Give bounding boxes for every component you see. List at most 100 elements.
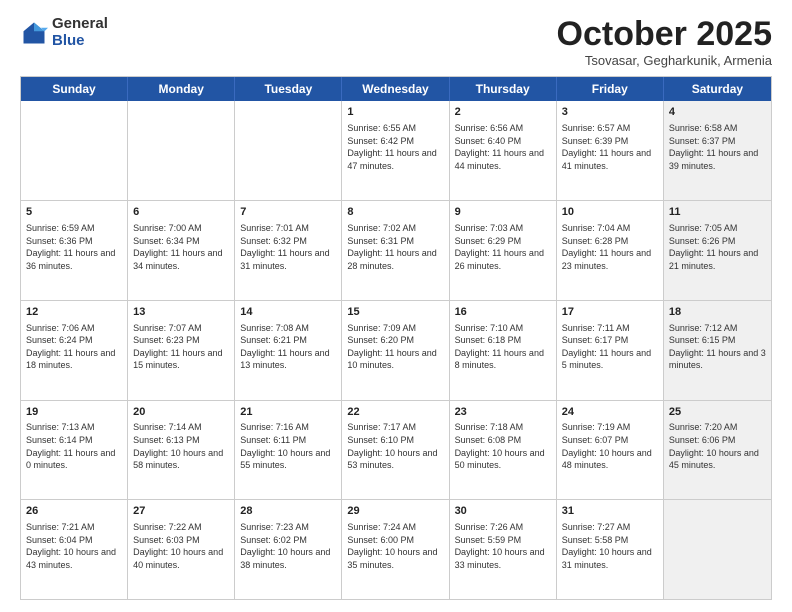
cell-info: Sunrise: 7:11 AM Sunset: 6:17 PM Dayligh… <box>562 322 658 372</box>
month-title: October 2025 <box>557 16 772 53</box>
calendar-cell: 21Sunrise: 7:16 AM Sunset: 6:11 PM Dayli… <box>235 401 342 500</box>
cell-info: Sunrise: 7:07 AM Sunset: 6:23 PM Dayligh… <box>133 322 229 372</box>
calendar-row-5: 26 Sunrise: 7:21 AM Sunset: 6:04 PM Dayli… <box>21 499 771 599</box>
calendar-header: SundayMondayTuesdayWednesdayThursdayFrid… <box>21 77 771 101</box>
day-number: 19 <box>26 405 122 420</box>
day-number: 25 <box>669 405 766 420</box>
calendar-cell: 29 Sunrise: 7:24 AM Sunset: 6:00 PM Dayli… <box>342 500 449 599</box>
cell-info: Sunrise: 7:14 AM Sunset: 6:13 PM Dayligh… <box>133 421 229 471</box>
day-header-monday: Monday <box>128 77 235 101</box>
cell-info: Sunrise: 6:59 AM Sunset: 6:36 PM Dayligh… <box>26 222 122 272</box>
cell-info: Sunrise: 7:02 AM Sunset: 6:31 PM Dayligh… <box>347 222 443 272</box>
calendar-cell: 26 Sunrise: 7:21 AM Sunset: 6:04 PM Dayli… <box>21 500 128 599</box>
calendar-cell <box>21 101 128 200</box>
calendar-cell: 28 Sunrise: 7:23 AM Sunset: 6:02 PM Dayli… <box>235 500 342 599</box>
page: General Blue October 2025 Tsovasar, Gegh… <box>0 0 792 612</box>
calendar-cell: 30 Sunrise: 7:26 AM Sunset: 5:59 PM Dayli… <box>450 500 557 599</box>
calendar-cell: 14Sunrise: 7:08 AM Sunset: 6:21 PM Dayli… <box>235 301 342 400</box>
cell-info: Sunrise: 7:23 AM Sunset: 6:02 PM Dayligh… <box>240 521 336 571</box>
cell-info: Sunrise: 6:57 AM Sunset: 6:39 PM Dayligh… <box>562 122 658 172</box>
cell-info: Sunrise: 7:13 AM Sunset: 6:14 PM Dayligh… <box>26 421 122 471</box>
day-number: 6 <box>133 205 229 220</box>
cell-info: Sunrise: 7:06 AM Sunset: 6:24 PM Dayligh… <box>26 322 122 372</box>
day-number: 7 <box>240 205 336 220</box>
day-header-friday: Friday <box>557 77 664 101</box>
calendar-cell: 19Sunrise: 7:13 AM Sunset: 6:14 PM Dayli… <box>21 401 128 500</box>
day-number: 18 <box>669 305 766 320</box>
day-header-tuesday: Tuesday <box>235 77 342 101</box>
calendar-cell: 25Sunrise: 7:20 AM Sunset: 6:06 PM Dayli… <box>664 401 771 500</box>
day-number: 9 <box>455 205 551 220</box>
day-number: 29 <box>347 504 443 519</box>
logo-blue-label: Blue <box>52 33 108 50</box>
calendar-cell: 11Sunrise: 7:05 AM Sunset: 6:26 PM Dayli… <box>664 201 771 300</box>
header: General Blue October 2025 Tsovasar, Gegh… <box>20 16 772 68</box>
calendar-cell: 7 Sunrise: 7:01 AM Sunset: 6:32 PM Daylig… <box>235 201 342 300</box>
day-number: 23 <box>455 405 551 420</box>
day-header-wednesday: Wednesday <box>342 77 449 101</box>
calendar-cell <box>664 500 771 599</box>
calendar-cell: 20Sunrise: 7:14 AM Sunset: 6:13 PM Dayli… <box>128 401 235 500</box>
day-number: 21 <box>240 405 336 420</box>
logo: General Blue <box>20 16 108 49</box>
cell-info: Sunrise: 7:01 AM Sunset: 6:32 PM Dayligh… <box>240 222 336 272</box>
calendar-row-3: 12Sunrise: 7:06 AM Sunset: 6:24 PM Dayli… <box>21 300 771 400</box>
day-number: 26 <box>26 504 122 519</box>
cell-info: Sunrise: 7:18 AM Sunset: 6:08 PM Dayligh… <box>455 421 551 471</box>
calendar-cell: 22Sunrise: 7:17 AM Sunset: 6:10 PM Dayli… <box>342 401 449 500</box>
cell-info: Sunrise: 6:58 AM Sunset: 6:37 PM Dayligh… <box>669 122 766 172</box>
day-number: 2 <box>455 105 551 120</box>
calendar-cell: 17Sunrise: 7:11 AM Sunset: 6:17 PM Dayli… <box>557 301 664 400</box>
day-number: 5 <box>26 205 122 220</box>
cell-info: Sunrise: 7:17 AM Sunset: 6:10 PM Dayligh… <box>347 421 443 471</box>
cell-info: Sunrise: 7:03 AM Sunset: 6:29 PM Dayligh… <box>455 222 551 272</box>
calendar-cell <box>128 101 235 200</box>
calendar-cell <box>235 101 342 200</box>
day-header-thursday: Thursday <box>450 77 557 101</box>
cell-info: Sunrise: 7:04 AM Sunset: 6:28 PM Dayligh… <box>562 222 658 272</box>
cell-info: Sunrise: 7:20 AM Sunset: 6:06 PM Dayligh… <box>669 421 766 471</box>
cell-info: Sunrise: 7:12 AM Sunset: 6:15 PM Dayligh… <box>669 322 766 372</box>
day-number: 28 <box>240 504 336 519</box>
day-number: 3 <box>562 105 658 120</box>
day-number: 14 <box>240 305 336 320</box>
calendar-cell: 13 Sunrise: 7:07 AM Sunset: 6:23 PM Dayli… <box>128 301 235 400</box>
cell-info: Sunrise: 7:16 AM Sunset: 6:11 PM Dayligh… <box>240 421 336 471</box>
logo-general-label: General <box>52 16 108 33</box>
day-number: 20 <box>133 405 229 420</box>
calendar-row-1: 1Sunrise: 6:55 AM Sunset: 6:42 PM Daylig… <box>21 101 771 200</box>
day-number: 10 <box>562 205 658 220</box>
cell-info: Sunrise: 7:26 AM Sunset: 5:59 PM Dayligh… <box>455 521 551 571</box>
calendar-cell: 4Sunrise: 6:58 AM Sunset: 6:37 PM Daylig… <box>664 101 771 200</box>
calendar-row-2: 5 Sunrise: 6:59 AM Sunset: 6:36 PM Daylig… <box>21 200 771 300</box>
calendar-cell: 23Sunrise: 7:18 AM Sunset: 6:08 PM Dayli… <box>450 401 557 500</box>
cell-info: Sunrise: 7:00 AM Sunset: 6:34 PM Dayligh… <box>133 222 229 272</box>
cell-info: Sunrise: 7:05 AM Sunset: 6:26 PM Dayligh… <box>669 222 766 272</box>
day-number: 27 <box>133 504 229 519</box>
day-number: 30 <box>455 504 551 519</box>
cell-info: Sunrise: 7:21 AM Sunset: 6:04 PM Dayligh… <box>26 521 122 571</box>
calendar-cell: 1Sunrise: 6:55 AM Sunset: 6:42 PM Daylig… <box>342 101 449 200</box>
day-header-sunday: Sunday <box>21 77 128 101</box>
cell-info: Sunrise: 7:10 AM Sunset: 6:18 PM Dayligh… <box>455 322 551 372</box>
day-number: 31 <box>562 504 658 519</box>
calendar-cell: 9 Sunrise: 7:03 AM Sunset: 6:29 PM Daylig… <box>450 201 557 300</box>
day-number: 1 <box>347 105 443 120</box>
calendar-cell: 16Sunrise: 7:10 AM Sunset: 6:18 PM Dayli… <box>450 301 557 400</box>
day-number: 13 <box>133 305 229 320</box>
cell-info: Sunrise: 7:19 AM Sunset: 6:07 PM Dayligh… <box>562 421 658 471</box>
cell-info: Sunrise: 7:09 AM Sunset: 6:20 PM Dayligh… <box>347 322 443 372</box>
day-number: 22 <box>347 405 443 420</box>
calendar-cell: 24Sunrise: 7:19 AM Sunset: 6:07 PM Dayli… <box>557 401 664 500</box>
calendar-cell: 31 Sunrise: 7:27 AM Sunset: 5:58 PM Dayli… <box>557 500 664 599</box>
calendar-cell: 15Sunrise: 7:09 AM Sunset: 6:20 PM Dayli… <box>342 301 449 400</box>
cell-info: Sunrise: 7:27 AM Sunset: 5:58 PM Dayligh… <box>562 521 658 571</box>
calendar: SundayMondayTuesdayWednesdayThursdayFrid… <box>20 76 772 600</box>
logo-icon <box>20 19 48 47</box>
location: Tsovasar, Gegharkunik, Armenia <box>557 53 772 68</box>
calendar-cell: 3 Sunrise: 6:57 AM Sunset: 6:39 PM Daylig… <box>557 101 664 200</box>
title-area: October 2025 Tsovasar, Gegharkunik, Arme… <box>557 16 772 68</box>
calendar-cell: 2Sunrise: 6:56 AM Sunset: 6:40 PM Daylig… <box>450 101 557 200</box>
day-header-saturday: Saturday <box>664 77 771 101</box>
cell-info: Sunrise: 7:24 AM Sunset: 6:00 PM Dayligh… <box>347 521 443 571</box>
